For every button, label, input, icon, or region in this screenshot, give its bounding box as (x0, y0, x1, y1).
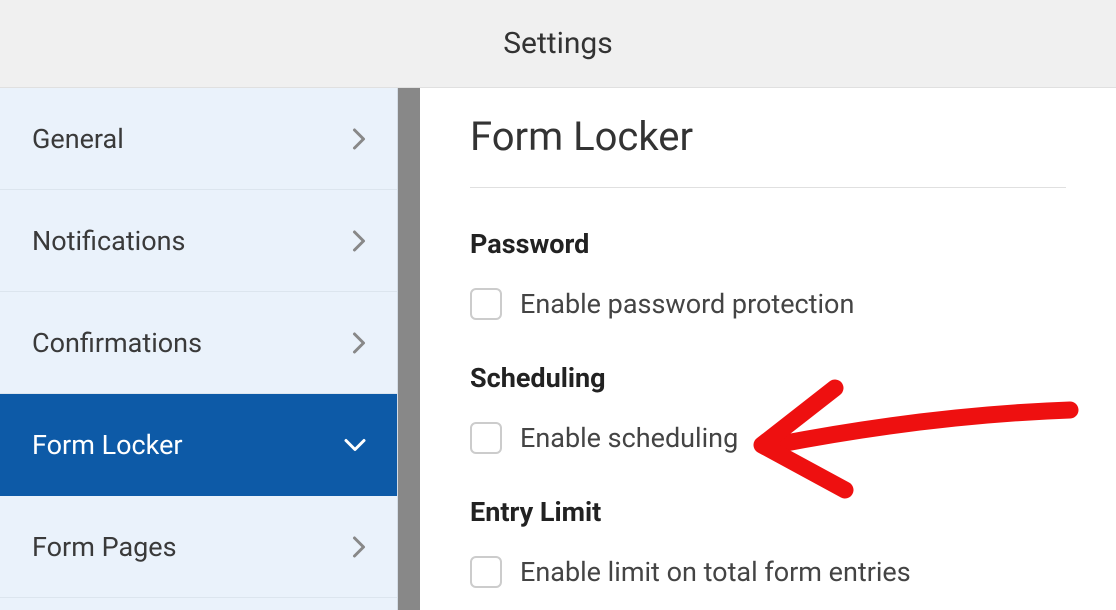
checkbox-row: Enable scheduling (470, 422, 1066, 454)
section-scheduling: Scheduling Enable scheduling (470, 362, 1066, 454)
sidebar-item-form-pages[interactable]: Form Pages (0, 496, 397, 598)
sidebar-item-label: Form Pages (32, 531, 177, 563)
layout: General Notifications Confirmations Form… (0, 88, 1116, 610)
sidebar-item-label: General (32, 123, 124, 155)
section-heading: Scheduling (470, 362, 1066, 394)
sidebar-item-general[interactable]: General (0, 88, 397, 190)
checkbox-enable-password[interactable] (470, 288, 502, 320)
sidebar-item-form-locker[interactable]: Form Locker (0, 394, 397, 496)
checkbox-label: Enable limit on total form entries (520, 556, 911, 588)
section-password: Password Enable password protection (470, 228, 1066, 320)
chevron-right-icon (351, 535, 367, 559)
checkbox-row: Enable password protection (470, 288, 1066, 320)
sidebar-gutter (398, 88, 420, 610)
content-panel: Form Locker Password Enable password pro… (420, 88, 1116, 610)
header: Settings (0, 0, 1116, 88)
chevron-right-icon (351, 229, 367, 253)
sidebar-item-notifications[interactable]: Notifications (0, 190, 397, 292)
chevron-right-icon (351, 127, 367, 151)
checkbox-label: Enable password protection (520, 288, 854, 320)
chevron-down-icon (343, 437, 367, 453)
sidebar-item-confirmations[interactable]: Confirmations (0, 292, 397, 394)
section-heading: Entry Limit (470, 496, 1066, 528)
sidebar-item-label: Confirmations (32, 327, 202, 359)
chevron-right-icon (351, 331, 367, 355)
checkbox-row: Enable limit on total form entries (470, 556, 1066, 588)
checkbox-enable-entry-limit[interactable] (470, 556, 502, 588)
sidebar: General Notifications Confirmations Form… (0, 88, 398, 610)
sidebar-item-label: Notifications (32, 225, 185, 257)
sidebar-item-label: Form Locker (32, 429, 183, 461)
page-title: Form Locker (470, 113, 1066, 160)
header-title: Settings (503, 26, 613, 61)
section-entry-limit: Entry Limit Enable limit on total form e… (470, 496, 1066, 588)
section-heading: Password (470, 228, 1066, 260)
checkbox-label: Enable scheduling (520, 422, 738, 454)
checkbox-enable-scheduling[interactable] (470, 422, 502, 454)
divider (470, 187, 1066, 188)
